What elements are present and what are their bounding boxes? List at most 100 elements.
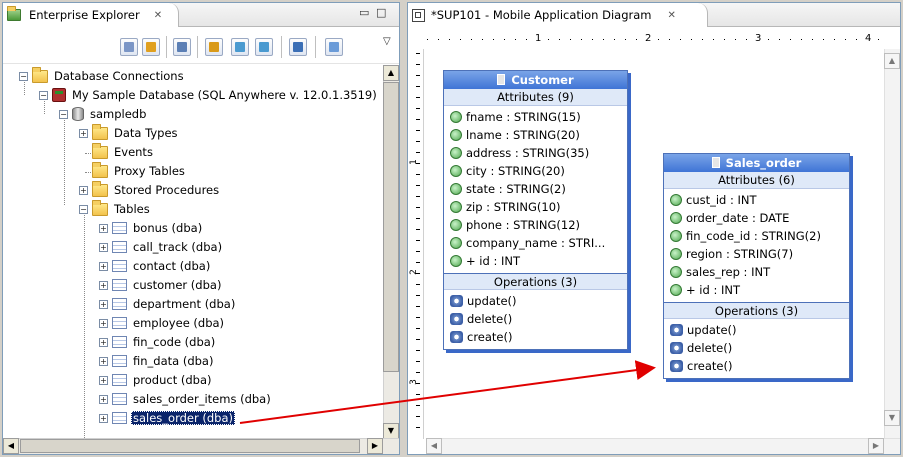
attribute-item[interactable]: + id : INT bbox=[444, 252, 627, 270]
expand-toggle[interactable]: + bbox=[99, 261, 108, 271]
tree-node-data-types[interactable]: + Data Types bbox=[79, 123, 180, 142]
expand-toggle[interactable]: + bbox=[99, 299, 108, 309]
expand-toggle[interactable]: + bbox=[99, 318, 108, 328]
link-with-editor-button[interactable] bbox=[142, 38, 160, 56]
mbo-sales-order[interactable]: Sales_order Attributes (6) cust_id : INT… bbox=[663, 153, 850, 379]
operation-item[interactable]: create() bbox=[444, 328, 627, 346]
scroll-up-button[interactable]: ▲ bbox=[383, 65, 399, 81]
scroll-left-button[interactable]: ◀ bbox=[3, 438, 19, 454]
toolbar-separator bbox=[197, 36, 198, 58]
attribute-item[interactable]: phone : STRING(12) bbox=[444, 216, 627, 234]
expand-toggle[interactable]: + bbox=[99, 280, 108, 290]
tree-node-table[interactable]: + product (dba) bbox=[99, 371, 214, 389]
ruler-tick bbox=[416, 306, 420, 307]
minimize-icon[interactable]: ▭ bbox=[359, 6, 369, 19]
attributes-section-header[interactable]: Attributes (6) bbox=[664, 172, 849, 189]
deploy-button[interactable] bbox=[325, 38, 343, 56]
collapse-toggle[interactable]: − bbox=[79, 204, 88, 214]
attribute-item[interactable]: zip : STRING(10) bbox=[444, 198, 627, 216]
connect-button[interactable] bbox=[205, 38, 223, 56]
attribute-item[interactable]: region : STRING(7) bbox=[664, 245, 849, 263]
tree-node-database-connections[interactable]: − Database Connections bbox=[19, 66, 186, 85]
operations-section-header[interactable]: Operations (3) bbox=[664, 302, 849, 319]
tree-node-table[interactable]: + department (dba) bbox=[99, 295, 237, 313]
scroll-right-button[interactable]: ▶ bbox=[868, 438, 884, 454]
tree-vertical-scrollbar[interactable]: ▲ ▼ bbox=[383, 65, 399, 439]
expand-toggle[interactable]: + bbox=[99, 242, 108, 252]
attribute-item[interactable]: order_date : DATE bbox=[664, 209, 849, 227]
attribute-item[interactable]: state : STRING(2) bbox=[444, 180, 627, 198]
tree-node-connection[interactable]: − My Sample Database (SQL Anywhere v. 12… bbox=[39, 86, 379, 104]
canvas-vertical-scrollbar[interactable]: ▲ ▼ bbox=[884, 49, 900, 440]
tree-node-table[interactable]: + sales_order_items (dba) bbox=[99, 390, 273, 408]
export-button[interactable] bbox=[255, 38, 273, 56]
expand-toggle[interactable]: + bbox=[79, 185, 88, 195]
close-icon[interactable]: ✕ bbox=[667, 10, 675, 21]
tree-node-proxy-tables[interactable]: Proxy Tables bbox=[79, 161, 187, 180]
operation-item[interactable]: update() bbox=[664, 321, 849, 339]
tree-node-sampledb[interactable]: − sampledb bbox=[59, 105, 148, 123]
tree-node-table[interactable]: + customer (dba) bbox=[99, 276, 223, 294]
tree-node-stored-procedures[interactable]: + Stored Procedures bbox=[79, 180, 221, 199]
tab-mobile-application-diagram[interactable]: *SUP101 - Mobile Application Diagram ✕ bbox=[408, 3, 708, 27]
mbo-header[interactable]: Sales_order bbox=[664, 154, 849, 172]
collapse-all-button[interactable] bbox=[120, 38, 138, 56]
tree-node-table[interactable]: + fin_data (dba) bbox=[99, 352, 215, 370]
tree-node-table[interactable]: + employee (dba) bbox=[99, 314, 226, 332]
scroll-down-button[interactable]: ▼ bbox=[884, 410, 900, 426]
scroll-right-button[interactable]: ▶ bbox=[367, 438, 383, 454]
save-button[interactable] bbox=[289, 38, 307, 56]
ruler-tick bbox=[625, 39, 626, 40]
diagram-canvas[interactable]: Customer Attributes (9) fname : STRING(1… bbox=[426, 49, 884, 437]
operations-section-header[interactable]: Operations (3) bbox=[444, 273, 627, 290]
tab-enterprise-explorer[interactable]: Enterprise Explorer ✕ bbox=[3, 3, 179, 27]
tree-node-table-selected[interactable]: + sales_order (dba) bbox=[99, 409, 235, 427]
ruler-tick bbox=[878, 39, 879, 40]
expand-toggle[interactable]: + bbox=[99, 413, 108, 423]
expand-toggle[interactable]: + bbox=[99, 356, 108, 366]
expand-toggle[interactable]: + bbox=[99, 337, 108, 347]
operation-item[interactable]: create() bbox=[664, 357, 849, 375]
scroll-thumb[interactable] bbox=[20, 439, 360, 453]
attribute-item[interactable]: fin_code_id : STRING(2) bbox=[664, 227, 849, 245]
operation-item[interactable]: delete() bbox=[664, 339, 849, 357]
attribute-item[interactable]: address : STRING(35) bbox=[444, 144, 627, 162]
scroll-thumb[interactable] bbox=[383, 82, 399, 372]
attribute-item[interactable]: company_name : STRI... bbox=[444, 234, 627, 252]
collapse-toggle[interactable]: − bbox=[19, 71, 28, 81]
import-button[interactable] bbox=[231, 38, 249, 56]
collapse-toggle[interactable]: − bbox=[59, 109, 68, 119]
mbo-header[interactable]: Customer bbox=[444, 71, 627, 89]
attribute-item[interactable]: sales_rep : INT bbox=[664, 263, 849, 281]
attribute-item[interactable]: + id : INT bbox=[664, 281, 849, 299]
tree-node-tables[interactable]: − Tables bbox=[79, 199, 152, 218]
tree-node-events[interactable]: Events bbox=[79, 142, 155, 161]
tree-node-table[interactable]: + fin_code (dba) bbox=[99, 333, 217, 351]
operation-item[interactable]: update() bbox=[444, 292, 627, 310]
attributes-section-header[interactable]: Attributes (9) bbox=[444, 89, 627, 106]
ruler-tick bbox=[416, 108, 420, 109]
expand-toggle[interactable]: + bbox=[79, 128, 88, 138]
tree-node-table[interactable]: + contact (dba) bbox=[99, 257, 212, 275]
mbo-customer[interactable]: Customer Attributes (9) fname : STRING(1… bbox=[443, 70, 628, 350]
scroll-up-button[interactable]: ▲ bbox=[884, 53, 900, 69]
scroll-left-button[interactable]: ◀ bbox=[426, 438, 442, 454]
close-icon[interactable]: ✕ bbox=[154, 10, 162, 21]
canvas-horizontal-scrollbar[interactable]: ◀ ▶ bbox=[426, 438, 900, 454]
expand-toggle[interactable]: + bbox=[99, 223, 108, 233]
expand-toggle[interactable]: + bbox=[99, 394, 108, 404]
tree-node-table[interactable]: + call_track (dba) bbox=[99, 238, 224, 256]
view-menu-icon[interactable]: ▽ bbox=[383, 36, 391, 47]
tree-node-table[interactable]: + bonus (dba) bbox=[99, 219, 204, 237]
tree-horizontal-scrollbar[interactable]: ◀ ▶ bbox=[3, 438, 399, 454]
scroll-down-button[interactable]: ▼ bbox=[383, 423, 399, 439]
expand-toggle[interactable]: + bbox=[99, 375, 108, 385]
collapse-toggle[interactable]: − bbox=[39, 90, 48, 100]
attribute-item[interactable]: cust_id : INT bbox=[664, 191, 849, 209]
filter-button[interactable] bbox=[173, 38, 191, 56]
attribute-item[interactable]: city : STRING(20) bbox=[444, 162, 627, 180]
attribute-item[interactable]: lname : STRING(20) bbox=[444, 126, 627, 144]
maximize-icon[interactable]: □ bbox=[376, 6, 386, 19]
operation-item[interactable]: delete() bbox=[444, 310, 627, 328]
attribute-item[interactable]: fname : STRING(15) bbox=[444, 108, 627, 126]
